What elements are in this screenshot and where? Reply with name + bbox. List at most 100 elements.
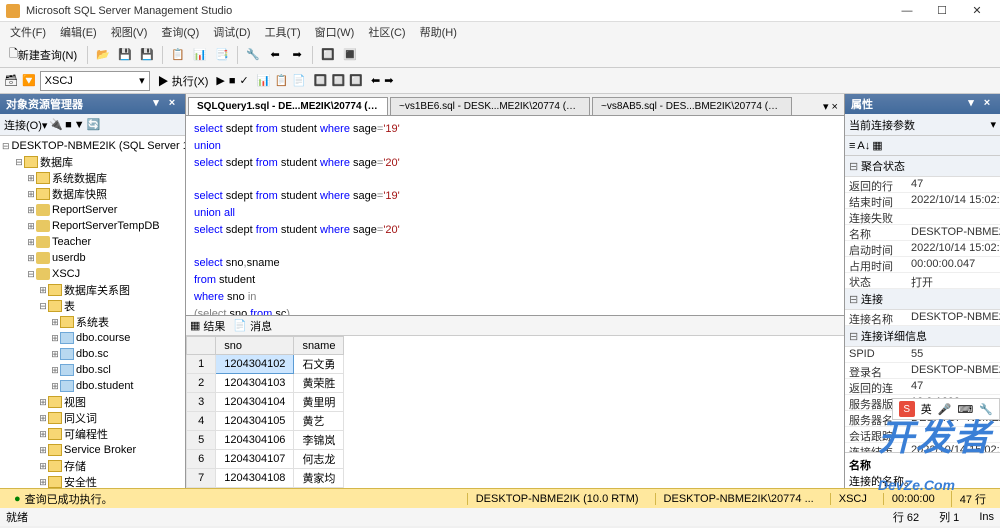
refresh-icon[interactable]: 🔄 <box>87 118 101 131</box>
tool-icon[interactable]: 📄 <box>292 74 306 87</box>
tool-icon[interactable]: 📋 <box>274 74 288 87</box>
col-sno[interactable]: sno <box>216 337 294 355</box>
ime-icon[interactable]: S <box>899 401 915 417</box>
tree-table[interactable]: ⊞dbo.sc <box>0 346 185 362</box>
sort-icon[interactable]: A↓ <box>857 140 870 152</box>
close-icon[interactable]: × <box>165 97 179 111</box>
tool-icon[interactable]: 📋 <box>168 45 188 65</box>
maximize-button[interactable]: ☐ <box>925 1 959 21</box>
tree-item[interactable]: ⊞可编程性 <box>0 426 185 442</box>
table-row[interactable]: 21204304103黄荣胜 <box>187 374 344 393</box>
messages-tab[interactable]: 📄 消息 <box>233 318 272 334</box>
tree-item[interactable]: ⊞数据库关系图 <box>0 282 185 298</box>
tool-icon[interactable]: ▦ <box>872 139 882 152</box>
tool-icon[interactable]: 🔌 <box>49 118 63 131</box>
new-query-button[interactable]: 🗋 新建查询(N) <box>4 45 82 65</box>
execute-button[interactable]: ▶ 执行(X) <box>154 73 213 89</box>
table-row[interactable]: 11204304102石文勇 <box>187 355 344 374</box>
tree-item[interactable]: ⊞系统数据库 <box>0 170 185 186</box>
debug-icon[interactable]: ▶ <box>216 74 224 87</box>
table-row[interactable]: 41204304105黄艺 <box>187 412 344 431</box>
tool-icon[interactable]: ▼ <box>74 119 85 131</box>
tree-item[interactable]: ⊞存储 <box>0 458 185 474</box>
tool-icon[interactable]: ■ <box>65 119 72 131</box>
table-row[interactable]: 51204304106李锦岚 <box>187 431 344 450</box>
tool-icon[interactable]: 🔲 <box>314 74 328 87</box>
tree-item[interactable]: ⊞Service Broker <box>0 442 185 458</box>
tool-icon[interactable]: ⬅ <box>371 74 380 87</box>
connect-button[interactable]: 连接(O)▾ <box>4 117 47 133</box>
parse-icon[interactable]: ✓ <box>240 74 249 87</box>
tool-icon[interactable]: 📊 <box>190 45 210 65</box>
open-icon[interactable]: 📂 <box>93 45 113 65</box>
table-row[interactable]: 81204304109周建乐 <box>187 488 344 489</box>
dropdown-icon[interactable]: ▾ <box>149 97 163 111</box>
tree-item[interactable]: ⊞Teacher <box>0 234 185 250</box>
tree-table[interactable]: ⊞dbo.scl <box>0 362 185 378</box>
tab[interactable]: ~vs1BE6.sql - DESK...ME2IK\20774 (53))* <box>390 97 590 115</box>
tree-item[interactable]: ⊞视图 <box>0 394 185 410</box>
tool-icon[interactable]: 🔧 <box>243 45 263 65</box>
menu-tools[interactable]: 工具(T) <box>259 22 307 42</box>
menu-edit[interactable]: 编辑(E) <box>54 22 103 42</box>
menu-query[interactable]: 查询(Q) <box>155 22 205 42</box>
app-statusbar: 就绪 行 62 列 1 Ins <box>0 508 1000 526</box>
table-row[interactable]: 71204304108黄家均 <box>187 469 344 488</box>
save-all-icon[interactable]: 💾 <box>137 45 157 65</box>
dropdown-icon[interactable]: ▾ <box>990 118 996 131</box>
menu-help[interactable]: 帮助(H) <box>414 22 463 42</box>
ime-toolbar[interactable]: S 英 🎤 ⌨ 🔧 <box>892 398 1000 420</box>
tool-icon[interactable]: 🔲 <box>349 74 363 87</box>
tree-item[interactable]: ⊞数据库快照 <box>0 186 185 202</box>
tree-item[interactable]: ⊞ReportServer <box>0 202 185 218</box>
tab[interactable]: ~vs8AB5.sql - DES...BME2IK\20774 (52)) <box>592 97 792 115</box>
status-line: 行 62 <box>893 509 919 525</box>
tree-item[interactable]: ⊞userdb <box>0 250 185 266</box>
ime-tool-icon[interactable]: 🔧 <box>979 403 993 416</box>
close-button[interactable]: ✕ <box>960 1 994 21</box>
tool-icon[interactable]: 🔽 <box>22 74 36 87</box>
tool-icon[interactable]: 📑 <box>212 45 232 65</box>
table-row[interactable]: 31204304104黄里明 <box>187 393 344 412</box>
tab-active[interactable]: SQLQuery1.sql - DE...ME2IK\20774 (55))* <box>188 97 388 115</box>
menu-file[interactable]: 文件(F) <box>4 22 52 42</box>
tree-xscj[interactable]: ⊟XSCJ <box>0 266 185 282</box>
ime-tool-icon[interactable]: ⌨ <box>957 403 973 416</box>
tree-table[interactable]: ⊞dbo.student <box>0 378 185 394</box>
tree-item[interactable]: ⊞ReportServerTempDB <box>0 218 185 234</box>
tool-icon[interactable]: ⬅ <box>265 45 285 65</box>
tree-databases[interactable]: ⊟数据库 <box>0 154 185 170</box>
tool-icon[interactable]: 📊 <box>257 74 271 87</box>
tree-item[interactable]: ⊞安全性 <box>0 474 185 488</box>
tree-table[interactable]: ⊞dbo.course <box>0 330 185 346</box>
tool-icon[interactable]: 🔲 <box>318 45 338 65</box>
tree-tables[interactable]: ⊟表 <box>0 298 185 314</box>
minimize-button[interactable]: — <box>890 1 924 21</box>
results-tab[interactable]: ▦ 结果 <box>190 318 225 334</box>
results-grid[interactable]: snosname 11204304102石文勇21204304103黄荣胜312… <box>186 336 844 488</box>
ime-tool-icon[interactable]: 🎤 <box>938 403 952 416</box>
table-row[interactable]: 61204304107何志龙 <box>187 450 344 469</box>
save-icon[interactable]: 💾 <box>115 45 135 65</box>
dropdown-icon[interactable]: ▾ <box>964 97 978 111</box>
sort-icon[interactable]: ≡ <box>849 140 855 152</box>
tool-icon[interactable]: 🔲 <box>332 74 346 87</box>
tree-item[interactable]: ⊞同义词 <box>0 410 185 426</box>
tool-icon[interactable]: ➡ <box>384 74 393 87</box>
tool-icon[interactable]: 🔳 <box>340 45 360 65</box>
database-combo[interactable]: XSCJ▾ <box>40 71 150 91</box>
object-tree[interactable]: ⊟DESKTOP-NBME2IK (SQL Server 10.0.160 ⊟数… <box>0 136 185 488</box>
menu-view[interactable]: 视图(V) <box>105 22 154 42</box>
tree-server[interactable]: ⊟DESKTOP-NBME2IK (SQL Server 10.0.160 <box>0 138 185 154</box>
menu-community[interactable]: 社区(C) <box>362 22 411 42</box>
menu-debug[interactable]: 调试(D) <box>207 22 256 42</box>
stop-icon[interactable]: ■ <box>229 75 236 87</box>
tool-icon[interactable]: 🗃 <box>4 74 18 87</box>
tool-icon[interactable]: ➡ <box>287 45 307 65</box>
sql-editor[interactable]: select sdept from student where sage='19… <box>186 116 844 316</box>
col-sname[interactable]: sname <box>294 337 344 355</box>
menu-window[interactable]: 窗口(W) <box>309 22 361 42</box>
tab-overflow-icon[interactable]: ▾ × <box>817 98 844 115</box>
close-icon[interactable]: × <box>980 97 994 111</box>
tree-item[interactable]: ⊞系统表 <box>0 314 185 330</box>
